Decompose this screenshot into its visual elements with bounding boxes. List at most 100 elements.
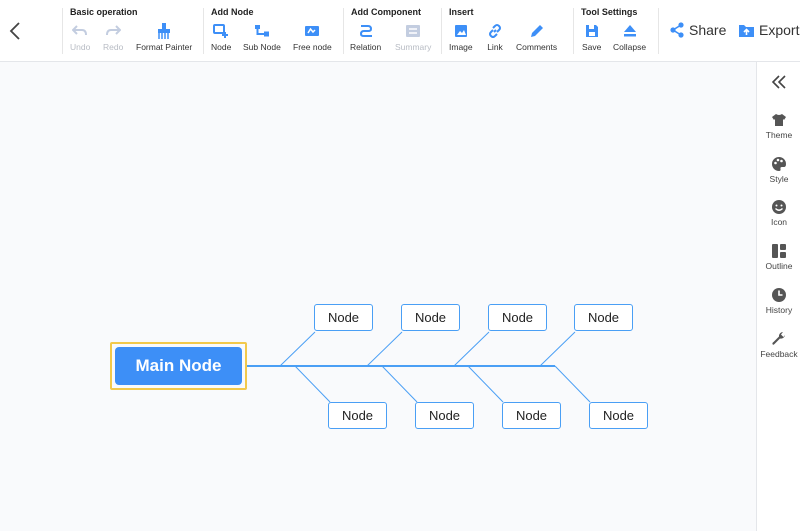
share-label: Share bbox=[689, 22, 727, 38]
save-button[interactable]: Save bbox=[582, 22, 601, 58]
link-icon bbox=[486, 22, 504, 40]
top-toolbar: Basic operation Undo Redo Format Painter… bbox=[0, 0, 800, 62]
summary-icon bbox=[404, 22, 422, 40]
sub-node-icon bbox=[253, 22, 271, 40]
back-button[interactable] bbox=[4, 18, 26, 44]
branch-line bbox=[279, 331, 316, 367]
free-node-label: Free node bbox=[293, 42, 332, 52]
top-node-2[interactable]: Node bbox=[401, 304, 460, 331]
branch-line bbox=[467, 365, 504, 403]
comments-label: Comments bbox=[516, 42, 558, 52]
collapse-icon bbox=[621, 22, 639, 40]
main-node[interactable]: Main Node bbox=[115, 347, 242, 385]
sidebar-item-outline[interactable]: Outline bbox=[757, 242, 800, 282]
chevron-left-icon bbox=[9, 22, 20, 40]
toolbar-divider bbox=[573, 8, 574, 54]
collapse-label: Collapse bbox=[613, 42, 647, 52]
sidebar-label: Theme bbox=[765, 130, 793, 140]
format-painter-button[interactable]: Format Painter bbox=[136, 22, 192, 58]
redo-button[interactable]: Redo bbox=[103, 22, 123, 58]
toolbar-divider bbox=[203, 8, 204, 54]
image-icon bbox=[452, 22, 470, 40]
bottom-node-1[interactable]: Node bbox=[328, 402, 387, 429]
mindmap-canvas[interactable]: Main Node Node Node Node Node Node Node … bbox=[0, 62, 756, 531]
format-painter-label: Format Painter bbox=[136, 42, 193, 52]
relation-label: Relation bbox=[350, 42, 382, 52]
toolbar-divider bbox=[658, 8, 659, 54]
fishbone-connector-lines bbox=[245, 331, 591, 403]
branch-line bbox=[294, 365, 331, 403]
save-icon bbox=[583, 22, 601, 40]
top-node-4[interactable]: Node bbox=[574, 304, 633, 331]
sub-node-label: Sub Node bbox=[243, 42, 281, 52]
sidebar-label: Icon bbox=[770, 217, 788, 227]
top-node-3[interactable]: Node bbox=[488, 304, 547, 331]
sidebar-item-icon[interactable]: Icon bbox=[757, 198, 800, 238]
sidebar-item-style[interactable]: Style bbox=[757, 155, 800, 195]
summary-label: Summary bbox=[395, 42, 432, 52]
sidebar-label: History bbox=[765, 305, 793, 315]
top-node-1[interactable]: Node bbox=[314, 304, 373, 331]
summary-button[interactable]: Summary bbox=[395, 22, 431, 58]
image-label: Image bbox=[449, 42, 473, 52]
link-button[interactable]: Link bbox=[486, 22, 504, 58]
toolbar-divider bbox=[441, 8, 442, 54]
save-label: Save bbox=[582, 42, 602, 52]
right-sidebar: Theme Style Icon Outline History Feedbac… bbox=[756, 62, 800, 531]
export-button[interactable]: Export bbox=[738, 20, 799, 40]
theme-icon bbox=[770, 111, 788, 129]
branch-line bbox=[539, 331, 576, 367]
node-icon bbox=[212, 22, 230, 40]
share-icon bbox=[670, 22, 684, 38]
icon-icon bbox=[770, 198, 788, 216]
undo-label: Undo bbox=[70, 42, 91, 52]
undo-button[interactable]: Undo bbox=[70, 22, 90, 58]
branch-line bbox=[381, 365, 418, 403]
comments-icon bbox=[528, 22, 546, 40]
free-node-icon bbox=[303, 22, 321, 40]
bottom-node-2[interactable]: Node bbox=[415, 402, 474, 429]
sidebar-item-history[interactable]: History bbox=[757, 286, 800, 326]
format-painter-icon bbox=[155, 22, 173, 40]
redo-label: Redo bbox=[103, 42, 124, 52]
sidebar-label: Style bbox=[769, 174, 789, 184]
group-title: Tool Settings bbox=[581, 7, 638, 17]
sidebar-item-theme[interactable]: Theme bbox=[757, 111, 800, 151]
sidebar-label: Feedback bbox=[760, 349, 798, 359]
share-button[interactable]: Share bbox=[669, 20, 726, 40]
bottom-node-3[interactable]: Node bbox=[502, 402, 561, 429]
group-title: Add Component bbox=[351, 7, 421, 17]
sidebar-item-feedback[interactable]: Feedback bbox=[757, 330, 800, 370]
group-title: Basic operation bbox=[70, 7, 138, 17]
main-node-selection[interactable]: Main Node bbox=[110, 342, 247, 390]
sidebar-label: Outline bbox=[765, 261, 793, 271]
collapse-panel-button[interactable] bbox=[769, 72, 789, 92]
branch-line bbox=[453, 331, 490, 367]
redo-icon bbox=[104, 22, 122, 40]
relation-icon bbox=[357, 22, 375, 40]
group-title: Insert bbox=[449, 7, 474, 17]
history-icon bbox=[770, 286, 788, 304]
bottom-node-4[interactable]: Node bbox=[589, 402, 648, 429]
branch-line bbox=[554, 365, 591, 403]
double-chevron-left-icon bbox=[771, 75, 786, 89]
toolbar-divider bbox=[343, 8, 344, 54]
relation-button[interactable]: Relation bbox=[350, 22, 381, 58]
feedback-icon bbox=[770, 330, 788, 348]
undo-icon bbox=[71, 22, 89, 40]
group-title: Add Node bbox=[211, 7, 254, 17]
export-icon bbox=[739, 24, 754, 37]
node-button[interactable]: Node bbox=[211, 22, 231, 58]
node-label: Node bbox=[211, 42, 232, 52]
export-label: Export bbox=[759, 22, 800, 38]
collapse-button[interactable]: Collapse bbox=[613, 22, 646, 58]
free-node-button[interactable]: Free node bbox=[293, 22, 332, 58]
comments-button[interactable]: Comments bbox=[516, 22, 557, 58]
link-label: Link bbox=[487, 42, 503, 52]
outline-icon bbox=[770, 242, 788, 260]
style-icon bbox=[770, 155, 788, 173]
sub-node-button[interactable]: Sub Node bbox=[243, 22, 281, 58]
image-button[interactable]: Image bbox=[449, 22, 473, 58]
branch-line bbox=[366, 331, 403, 367]
toolbar-divider bbox=[62, 8, 63, 54]
